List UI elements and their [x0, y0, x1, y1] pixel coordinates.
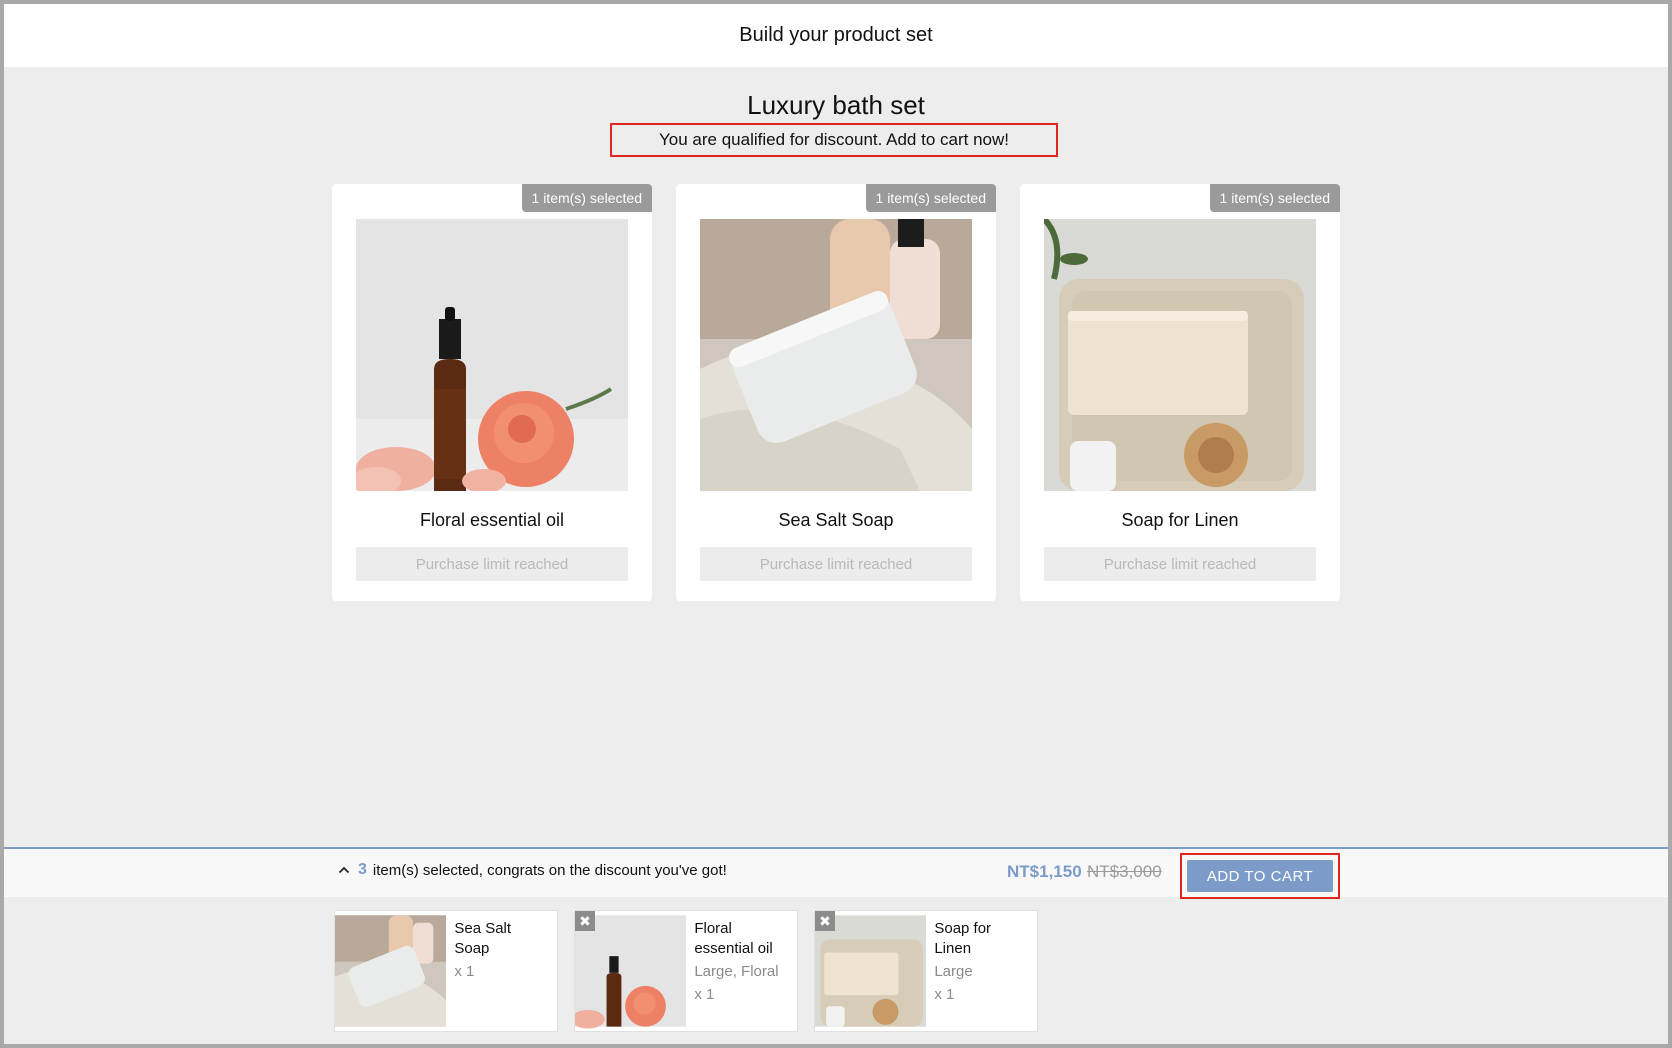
- header: Build your product set: [4, 4, 1668, 67]
- product-image[interactable]: [1044, 219, 1316, 491]
- remove-item-icon[interactable]: ✖: [575, 911, 595, 931]
- set-title: Luxury bath set: [747, 90, 925, 120]
- item-variant: Large: [934, 963, 973, 980]
- selected-badge: 1 item(s) selected: [1209, 184, 1340, 212]
- discount-message: You are qualified for discount. Add to c…: [610, 123, 1058, 157]
- original-price: NT$3,000: [1087, 862, 1162, 881]
- selected-badge: 1 item(s) selected: [865, 184, 996, 212]
- selection-summary-bar: 3 item(s) selected, congrats on the disc…: [4, 847, 1668, 899]
- page: Build your product set Luxury bath set Y…: [4, 4, 1668, 1044]
- product-name: Soap for Linen: [1121, 510, 1239, 530]
- product-card[interactable]: 1 item(s) selected Sea Salt Soap Purchas…: [676, 184, 996, 601]
- product-image[interactable]: [700, 219, 972, 491]
- product-card[interactable]: 1 item(s) selected Soap for Linen Purcha…: [1020, 184, 1340, 601]
- remove-item-icon[interactable]: ✖: [815, 911, 835, 931]
- sea-salt-soap-thumb: [335, 915, 447, 1027]
- selected-item: Floral essential oil Large, Floral x 1 ✖: [574, 910, 798, 1032]
- selected-count: 3: [358, 861, 367, 878]
- purchase-limit-button[interactable]: Purchase limit reached: [1044, 547, 1316, 581]
- item-info: Soap for Linen Large x 1: [926, 911, 1037, 1031]
- add-to-cart-button[interactable]: ADD TO CART: [1187, 860, 1333, 892]
- item-info: Floral essential oil Large, Floral x 1: [686, 911, 797, 1031]
- selected-items-tray: Sea Salt Soap x 1 Floral essential oil L…: [334, 910, 1038, 1032]
- item-name: Floral essential oil: [694, 920, 773, 957]
- essential-oil-image: [356, 219, 628, 491]
- header-title: Build your product set: [739, 24, 933, 46]
- linen-soap-image: [1044, 219, 1316, 491]
- selected-badge: 1 item(s) selected: [521, 184, 652, 212]
- item-quantity: x 1: [694, 986, 715, 1003]
- selection-summary[interactable]: 3 item(s) selected, congrats on the disc…: [338, 861, 727, 879]
- product-card[interactable]: 1 item(s) selected Floral essential oil …: [332, 184, 652, 601]
- discounted-price: NT$1,150: [1007, 862, 1082, 881]
- item-thumbnail: [335, 911, 447, 1031]
- product-name: Floral essential oil: [419, 510, 565, 530]
- item-info: Sea Salt Soap x 1: [446, 911, 557, 1031]
- purchase-limit-button[interactable]: Purchase limit reached: [356, 547, 628, 581]
- product-image[interactable]: [356, 219, 628, 491]
- item-quantity: x 1: [454, 963, 475, 980]
- selected-item: Soap for Linen Large x 1 ✖: [814, 910, 1038, 1032]
- selected-item: Sea Salt Soap x 1: [334, 910, 558, 1032]
- item-quantity: x 1: [934, 986, 955, 1003]
- item-variant: Large, Floral: [694, 963, 779, 980]
- chevron-up-icon[interactable]: [338, 863, 350, 878]
- product-name: Sea Salt Soap: [778, 510, 894, 530]
- product-list: 1 item(s) selected Floral essential oil …: [332, 184, 1340, 601]
- item-name: Soap for Linen: [934, 920, 992, 957]
- purchase-limit-button[interactable]: Purchase limit reached: [700, 547, 972, 581]
- item-name: Sea Salt Soap: [454, 920, 512, 957]
- summary-text: item(s) selected, congrats on the discou…: [372, 861, 727, 879]
- sea-salt-soap-image: [700, 219, 972, 491]
